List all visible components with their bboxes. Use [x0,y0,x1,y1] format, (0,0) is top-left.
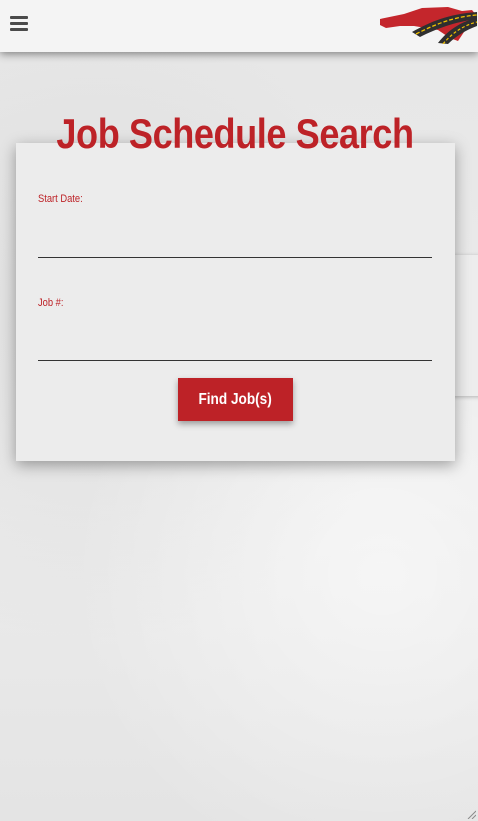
find-jobs-button[interactable]: Find Job(s) [178,378,293,421]
start-date-label: Start Date: [38,193,83,205]
resize-grip-icon[interactable] [466,809,476,819]
job-search-form: Start Date: Job #: Find Job(s) [16,143,455,461]
hamburger-menu-icon[interactable] [8,13,30,35]
north-carolina-road-logo[interactable] [378,4,478,44]
top-navigation-bar [0,0,478,52]
job-number-field[interactable] [38,332,432,361]
job-number-label: Job #: [38,297,64,309]
find-jobs-button-label: Find Job(s) [198,390,273,408]
page-title: Job Schedule Search [56,110,414,158]
start-date-field[interactable] [38,229,432,258]
